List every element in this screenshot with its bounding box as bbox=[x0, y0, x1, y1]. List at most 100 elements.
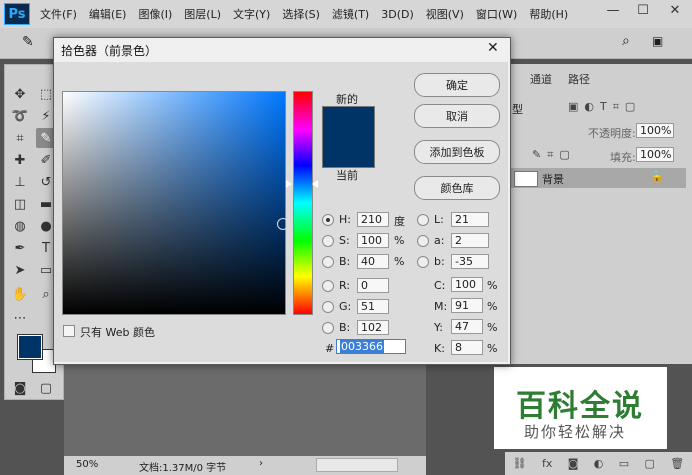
adjustment-icon[interactable]: ◐ bbox=[594, 457, 604, 470]
a-label: a: bbox=[434, 234, 445, 247]
menu-type[interactable]: 文字(Y) bbox=[233, 6, 270, 22]
mask-icon[interactable]: ◙ bbox=[568, 457, 579, 470]
s-input[interactable]: 100 bbox=[357, 233, 389, 248]
layers-bottom-bar: ⛓ fx ◙ ◐ ▭ ▢ 🗑 bbox=[505, 452, 692, 475]
hand-tool-icon[interactable]: ✋ bbox=[10, 284, 30, 304]
color-field-cursor[interactable] bbox=[277, 218, 289, 230]
quick-mask-icon[interactable]: ◙ bbox=[10, 378, 30, 398]
b-brightness-input[interactable]: 40 bbox=[357, 254, 389, 269]
c-unit: % bbox=[487, 279, 498, 292]
stamp-tool-icon[interactable]: ⊥ bbox=[10, 172, 30, 192]
layer-filter-icons[interactable]: ▣◐T⌗▢ bbox=[568, 100, 641, 114]
document-canvas[interactable] bbox=[64, 354, 426, 456]
hue-slider-right-arrow-icon[interactable] bbox=[312, 180, 318, 188]
y-label: Y: bbox=[434, 321, 443, 334]
tab-channels[interactable]: 通道 bbox=[522, 68, 560, 90]
menu-view[interactable]: 视图(V) bbox=[426, 6, 464, 22]
k-input[interactable]: 8 bbox=[451, 340, 483, 355]
radio-b-lab[interactable] bbox=[417, 256, 429, 268]
color-field[interactable] bbox=[62, 91, 286, 315]
radio-a[interactable] bbox=[417, 235, 429, 247]
healing-brush-icon[interactable]: ✚ bbox=[10, 150, 30, 170]
m-input[interactable]: 91 bbox=[451, 298, 483, 313]
menu-file[interactable]: 文件(F) bbox=[40, 6, 77, 22]
add-to-swatches-button[interactable]: 添加到色板 bbox=[414, 140, 500, 164]
lock-icons[interactable]: ✎⌗▢ bbox=[532, 148, 576, 162]
radio-b-blue[interactable] bbox=[322, 322, 334, 334]
layer-filter-label[interactable]: 型 bbox=[512, 101, 523, 117]
radio-l[interactable] bbox=[417, 214, 429, 226]
horizontal-scrollbar[interactable] bbox=[316, 458, 398, 472]
workspace-icon[interactable]: ▣ bbox=[652, 34, 663, 48]
menu-edit[interactable]: 编辑(E) bbox=[89, 6, 127, 22]
fill-input[interactable]: 100% bbox=[636, 147, 674, 162]
menu-image[interactable]: 图像(I) bbox=[138, 6, 172, 22]
menu-select[interactable]: 选择(S) bbox=[282, 6, 320, 22]
tab-paths[interactable]: 路径 bbox=[560, 68, 598, 90]
c-input[interactable]: 100 bbox=[451, 277, 483, 292]
radio-s[interactable] bbox=[322, 235, 334, 247]
pen-tool-icon[interactable]: ✒ bbox=[10, 238, 30, 258]
m-label: M: bbox=[434, 300, 448, 313]
path-select-icon[interactable]: ➤ bbox=[10, 260, 30, 280]
hex-input[interactable]: 003366 bbox=[336, 339, 406, 354]
new-layer-icon[interactable]: ▢ bbox=[645, 457, 655, 470]
hue-slider-left-arrow-icon[interactable] bbox=[286, 180, 292, 188]
hex-value: 003366 bbox=[340, 340, 384, 353]
fx-icon[interactable]: fx bbox=[542, 457, 552, 470]
layer-thumbnail bbox=[514, 171, 538, 187]
eyedropper-icon[interactable]: ✎ bbox=[22, 34, 34, 50]
move-tool-icon[interactable]: ✥ bbox=[10, 84, 30, 104]
new-color-label: 新的 bbox=[336, 93, 358, 106]
status-arrow-icon[interactable]: › bbox=[259, 458, 263, 469]
watermark-title: 百科全说 bbox=[516, 389, 644, 424]
eraser-tool-icon[interactable]: ◫ bbox=[10, 194, 30, 214]
layer-name: 背景 bbox=[542, 173, 564, 186]
minimize-button[interactable]: — bbox=[598, 0, 628, 20]
menu-window[interactable]: 窗口(W) bbox=[476, 6, 517, 22]
s-label: S: bbox=[339, 234, 350, 247]
b-lab-input[interactable]: -35 bbox=[451, 254, 489, 269]
radio-h[interactable] bbox=[322, 214, 334, 226]
l-input[interactable]: 21 bbox=[451, 212, 489, 227]
h-unit: 度 bbox=[394, 215, 405, 228]
restore-button[interactable]: ☐ bbox=[628, 0, 658, 20]
link-icon[interactable]: ⛓ bbox=[513, 457, 527, 470]
foreground-color-swatch[interactable] bbox=[17, 334, 43, 360]
b-blue-input[interactable]: 102 bbox=[357, 320, 389, 335]
more-tools-icon[interactable]: ⋯ bbox=[10, 308, 30, 328]
close-window-button[interactable]: ✕ bbox=[660, 0, 690, 20]
radio-b-brightness[interactable] bbox=[322, 256, 334, 268]
dialog-close-icon[interactable]: ✕ bbox=[487, 40, 499, 56]
opacity-input[interactable]: 100% bbox=[636, 123, 674, 138]
search-icon[interactable]: ⌕ bbox=[622, 33, 630, 49]
g-input[interactable]: 51 bbox=[357, 299, 389, 314]
menu-layer[interactable]: 图层(L) bbox=[184, 6, 221, 22]
fill-label: 填充: bbox=[610, 151, 636, 164]
crop-tool-icon[interactable]: ⌗ bbox=[10, 128, 30, 148]
y-unit: % bbox=[487, 321, 498, 334]
radio-g[interactable] bbox=[322, 301, 334, 313]
dialog-title: 拾色器（前景色） bbox=[61, 44, 158, 58]
lasso-tool-icon[interactable]: ➰ bbox=[10, 106, 30, 126]
web-colors-label: 只有 Web 颜色 bbox=[80, 326, 155, 339]
menu-help[interactable]: 帮助(H) bbox=[529, 6, 568, 22]
trash-icon[interactable]: 🗑 bbox=[670, 457, 684, 470]
zoom-level[interactable]: 50% bbox=[76, 459, 98, 470]
y-input[interactable]: 47 bbox=[451, 319, 483, 334]
blur-tool-icon[interactable]: ◍ bbox=[10, 216, 30, 236]
hue-slider[interactable] bbox=[293, 91, 313, 315]
menu-filter[interactable]: 滤镜(T) bbox=[332, 6, 369, 22]
ok-button[interactable]: 确定 bbox=[414, 73, 500, 97]
screen-mode-icon[interactable]: ▢ bbox=[36, 378, 56, 398]
radio-r[interactable] bbox=[322, 280, 334, 292]
menu-3d[interactable]: 3D(D) bbox=[381, 8, 414, 21]
a-input[interactable]: 2 bbox=[451, 233, 489, 248]
h-input[interactable]: 210 bbox=[357, 212, 389, 227]
cancel-button[interactable]: 取消 bbox=[414, 104, 500, 128]
web-colors-checkbox[interactable] bbox=[63, 325, 75, 337]
r-input[interactable]: 0 bbox=[357, 278, 389, 293]
color-libraries-button[interactable]: 颜色库 bbox=[414, 176, 500, 200]
h-label: H: bbox=[339, 213, 351, 226]
folder-icon[interactable]: ▭ bbox=[619, 457, 629, 470]
